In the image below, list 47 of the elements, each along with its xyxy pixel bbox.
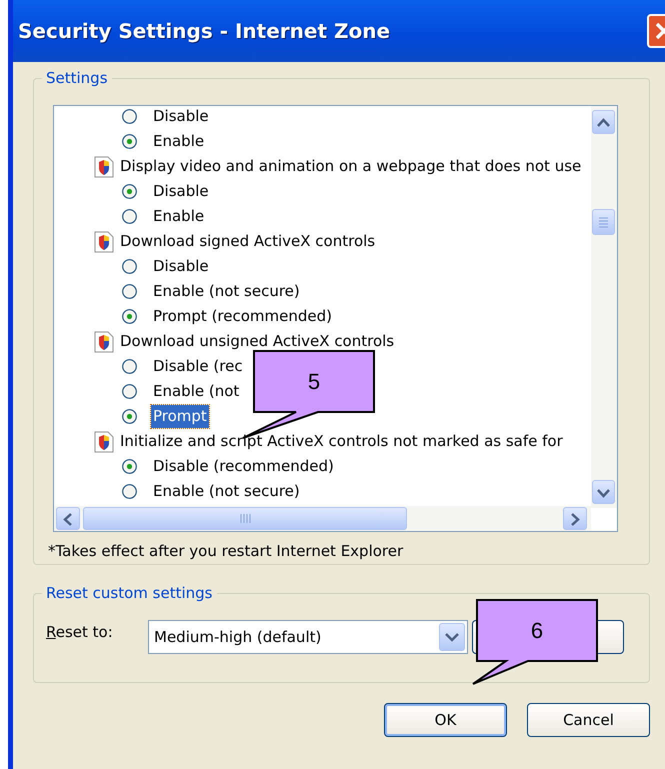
window-title: Security Settings - Internet Zone: [18, 18, 390, 45]
radio-button[interactable]: [122, 359, 137, 374]
scroll-up-button[interactable]: [592, 110, 615, 134]
option-label[interactable]: Disable (rec: [151, 355, 245, 378]
radio-button[interactable]: [122, 109, 137, 124]
cancel-button[interactable]: Cancel: [527, 703, 650, 737]
scroll-thumb[interactable]: [592, 209, 615, 235]
option-label[interactable]: Prompt (recommended): [151, 305, 334, 328]
reset-to-label: Reset to:: [46, 622, 114, 643]
ok-button[interactable]: OK: [384, 703, 507, 737]
shield-document-icon: [94, 330, 114, 352]
option-label[interactable]: Enable (not secure): [151, 480, 302, 503]
restart-note: *Takes effect after you restart Internet Explorer: [48, 541, 404, 562]
radio-button[interactable]: [122, 184, 137, 199]
option-label[interactable]: Enable (not secure): [151, 280, 302, 303]
dropdown-value: Medium-high (default): [154, 626, 322, 648]
radio-button[interactable]: [122, 134, 137, 149]
radio-button[interactable]: [122, 409, 137, 424]
grip-icon: [599, 217, 608, 228]
scroll-right-button[interactable]: [563, 507, 587, 530]
horizontal-scrollbar[interactable]: [54, 506, 591, 531]
radio-button[interactable]: [122, 309, 137, 324]
option-label[interactable]: Disable (recommended): [151, 455, 336, 478]
grip-icon: [240, 514, 250, 523]
radio-button[interactable]: [122, 259, 137, 274]
scroll-left-button[interactable]: [56, 507, 80, 530]
option-label[interactable]: Enable: [151, 130, 206, 153]
option-label[interactable]: Disable: [151, 106, 211, 128]
radio-button[interactable]: [122, 484, 137, 499]
shield-document-icon: [94, 430, 114, 452]
scroll-thumb[interactable]: [83, 507, 407, 530]
shield-document-icon: [94, 156, 114, 178]
reset-level-dropdown[interactable]: Medium-high (default): [148, 620, 468, 654]
setting-heading: Download signed ActiveX controls: [120, 231, 376, 252]
radio-button[interactable]: [122, 384, 137, 399]
scroll-down-button[interactable]: [592, 480, 615, 504]
shield-document-icon: [94, 230, 114, 252]
option-label[interactable]: Prompt: [151, 405, 209, 428]
vertical-scrollbar[interactable]: [591, 106, 617, 508]
radio-button[interactable]: [122, 209, 137, 224]
option-label[interactable]: Enable (not: [151, 380, 242, 403]
radio-button[interactable]: [122, 284, 137, 299]
setting-heading: Display video and animation on a webpage that does not use: [120, 156, 582, 178]
radio-button[interactable]: [122, 459, 137, 474]
option-label[interactable]: Disable: [151, 180, 211, 203]
option-label[interactable]: Enable: [151, 205, 206, 228]
option-label[interactable]: Disable: [151, 255, 211, 278]
